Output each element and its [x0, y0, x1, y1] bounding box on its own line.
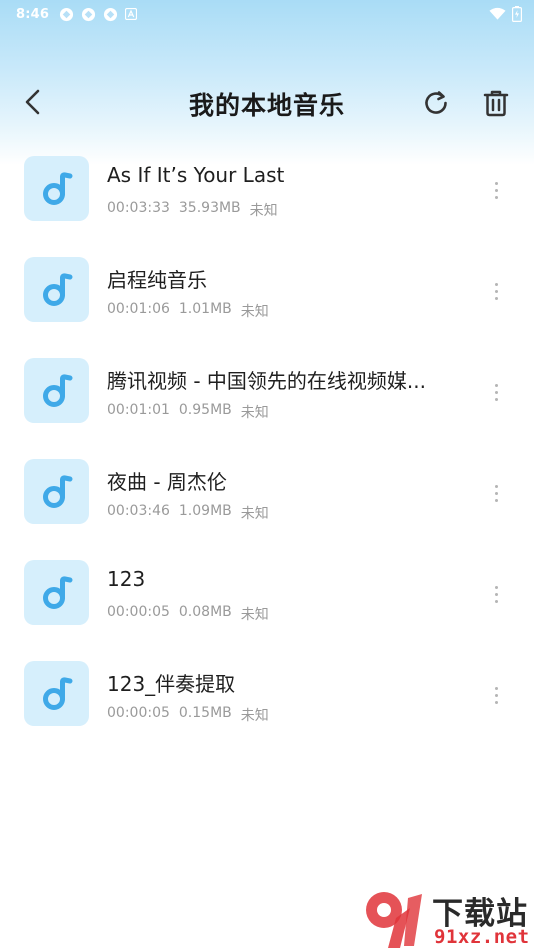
song-title: 123_伴奏提取 [107, 672, 236, 696]
more-options-button[interactable] [486, 479, 506, 507]
song-size: 1.09MB [178, 503, 232, 519]
battery-icon [512, 6, 522, 22]
song-meta: 00:01:01 0.95MB 未知 [107, 402, 269, 422]
song-size: 35.93MB [178, 200, 241, 216]
music-note-icon [42, 474, 72, 508]
song-title: 腾讯视频 - 中国领先的在线视频媒... [107, 369, 427, 393]
more-dot [494, 491, 498, 495]
more-dot [494, 390, 498, 394]
song-thumbnail [24, 257, 89, 322]
music-note-icon [42, 171, 72, 205]
delete-button[interactable] [480, 87, 512, 119]
app-icon [81, 7, 96, 22]
song-item[interactable]: 123 00:00:05 0.08MB 未知 [0, 554, 534, 655]
more-vertical-icon [494, 484, 498, 488]
song-meta: 00:00:05 0.15MB 未知 [107, 705, 269, 725]
song-artist: 未知 [240, 607, 269, 623]
song-artist: 未知 [240, 304, 269, 320]
trash-icon [483, 90, 509, 117]
song-title: As If It’s Your Last [107, 163, 285, 187]
song-meta: 00:03:33 35.93MB 未知 [107, 200, 278, 220]
more-dot [494, 498, 498, 502]
app-icon [59, 7, 74, 22]
music-note-icon [42, 676, 72, 710]
refresh-button[interactable] [420, 87, 452, 119]
more-options-button[interactable] [486, 681, 506, 709]
song-duration: 00:01:01 [107, 402, 170, 418]
more-dot [494, 700, 498, 704]
watermark-text-bottom: 91xz.net [434, 926, 530, 948]
song-thumbnail [24, 560, 89, 625]
more-vertical-icon [494, 383, 498, 387]
song-item[interactable]: 腾讯视频 - 中国领先的在线视频媒... 00:01:01 0.95MB 未知 [0, 352, 534, 453]
status-system-icons [489, 6, 522, 22]
more-options-button[interactable] [486, 580, 506, 608]
song-artist: 未知 [240, 708, 269, 724]
status-bar: 8:46 [0, 0, 534, 28]
refresh-icon [425, 91, 447, 114]
song-meta: 00:03:46 1.09MB 未知 [107, 503, 269, 523]
letter-a-icon [125, 8, 138, 20]
more-vertical-icon [494, 181, 498, 185]
more-dot [494, 188, 498, 192]
song-title: 启程纯音乐 [107, 268, 207, 292]
more-dot [494, 296, 498, 300]
more-dot [494, 397, 498, 401]
song-duration: 00:00:05 [107, 705, 170, 721]
song-thumbnail [24, 358, 89, 423]
song-item[interactable]: 123_伴奏提取 00:00:05 0.15MB 未知 [0, 655, 534, 756]
music-note-icon [42, 272, 72, 306]
song-size: 1.01MB [178, 301, 232, 317]
more-options-button[interactable] [486, 277, 506, 305]
song-duration: 00:01:06 [107, 301, 170, 317]
more-options-button[interactable] [486, 378, 506, 406]
song-size: 0.08MB [178, 604, 232, 620]
song-duration: 00:03:33 [107, 200, 170, 216]
more-vertical-icon [494, 282, 498, 286]
app-icon [103, 7, 118, 22]
app-header: 我的本地音乐 [0, 72, 534, 132]
more-dot [494, 195, 498, 199]
song-title: 123 [107, 567, 146, 591]
song-artist: 未知 [249, 203, 278, 219]
song-item[interactable]: As If It’s Your Last 00:03:33 35.93MB 未知 [0, 150, 534, 251]
song-duration: 00:03:46 [107, 503, 170, 519]
watermark-logo-icon [366, 892, 422, 948]
song-thumbnail [24, 459, 89, 524]
song-size: 0.15MB [178, 705, 232, 721]
song-thumbnail [24, 661, 89, 726]
watermark: 下载站 91xz.net [360, 888, 534, 950]
more-dot [494, 693, 498, 697]
page-title: 我的本地音乐 [188, 91, 345, 120]
more-dot [494, 592, 498, 596]
song-artist: 未知 [240, 405, 269, 421]
status-time: 8:46 [16, 6, 50, 22]
wifi-icon [489, 7, 506, 21]
more-dot [494, 289, 498, 293]
song-duration: 00:00:05 [107, 604, 170, 620]
more-vertical-icon [494, 585, 498, 589]
music-note-icon [42, 373, 72, 407]
song-thumbnail [24, 156, 89, 221]
song-item[interactable]: 启程纯音乐 00:01:06 1.01MB 未知 [0, 251, 534, 352]
song-list: As If It’s Your Last 00:03:33 35.93MB 未知… [0, 150, 534, 756]
song-meta: 00:01:06 1.01MB 未知 [107, 301, 269, 321]
song-artist: 未知 [240, 506, 269, 522]
song-size: 0.95MB [178, 402, 232, 418]
more-vertical-icon [494, 686, 498, 690]
song-title: 夜曲 - 周杰伦 [107, 470, 227, 494]
music-note-icon [42, 575, 72, 609]
more-dot [494, 599, 498, 603]
screen: 8:46 我的本地音乐 As If It’s Your Last 00:03:3… [0, 0, 534, 950]
status-notification-icons [59, 7, 138, 22]
more-options-button[interactable] [486, 176, 506, 204]
song-item[interactable]: 夜曲 - 周杰伦 00:03:46 1.09MB 未知 [0, 453, 534, 554]
song-meta: 00:00:05 0.08MB 未知 [107, 604, 269, 624]
